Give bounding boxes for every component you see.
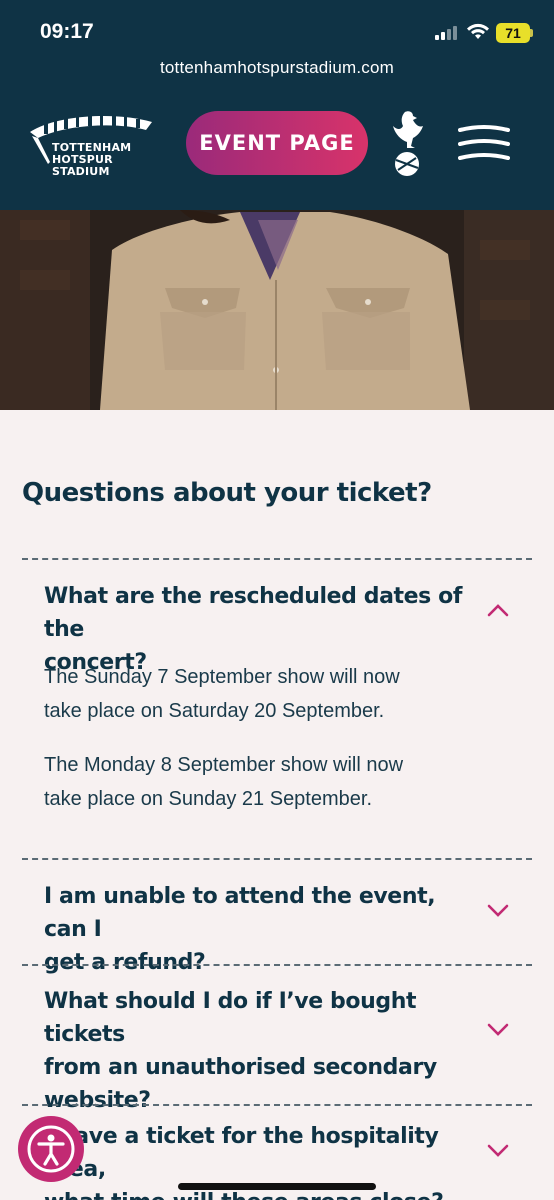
faq-title: Questions about your ticket? xyxy=(22,478,432,508)
signal-icon xyxy=(435,26,457,40)
faq-answer-paragraph: The Sunday 7 September show will now tak… xyxy=(44,666,400,722)
status-bar: 09:17 71 xyxy=(0,0,554,56)
chevron-up-icon[interactable] xyxy=(486,602,510,618)
chevron-down-icon[interactable] xyxy=(486,1022,510,1038)
battery-icon: 71 xyxy=(496,23,530,43)
faq-divider xyxy=(22,858,532,860)
menu-icon[interactable] xyxy=(458,122,510,166)
faq-divider xyxy=(22,1104,532,1106)
faq-divider xyxy=(22,558,532,560)
address-bar-url[interactable]: tottenhamhotspurstadium.com xyxy=(0,58,554,78)
faq-answer-paragraph: The Monday 8 September show will now tak… xyxy=(44,754,404,810)
accessibility-icon xyxy=(27,1125,75,1173)
status-time: 09:17 xyxy=(40,20,94,43)
stadium-logo-text: TOTTENHAM HOTSPUR STADIUM xyxy=(52,141,132,178)
hero-image xyxy=(0,210,554,410)
battery-tip xyxy=(530,29,533,37)
cockerel-icon[interactable] xyxy=(387,108,427,180)
home-indicator xyxy=(178,1183,376,1190)
site-header: 09:17 71 tottenhamhotspurstadium.com TOT… xyxy=(0,0,554,210)
event-page-button[interactable]: EVENT PAGE xyxy=(186,111,368,175)
wifi-icon xyxy=(467,23,489,39)
faq-question[interactable]: What should I do if I’ve bought tickets … xyxy=(44,985,484,1117)
chevron-down-icon[interactable] xyxy=(486,903,510,919)
faq-divider xyxy=(22,964,532,966)
hero-photo xyxy=(0,210,554,410)
chevron-down-icon[interactable] xyxy=(486,1143,510,1159)
accessibility-button[interactable] xyxy=(18,1116,84,1182)
